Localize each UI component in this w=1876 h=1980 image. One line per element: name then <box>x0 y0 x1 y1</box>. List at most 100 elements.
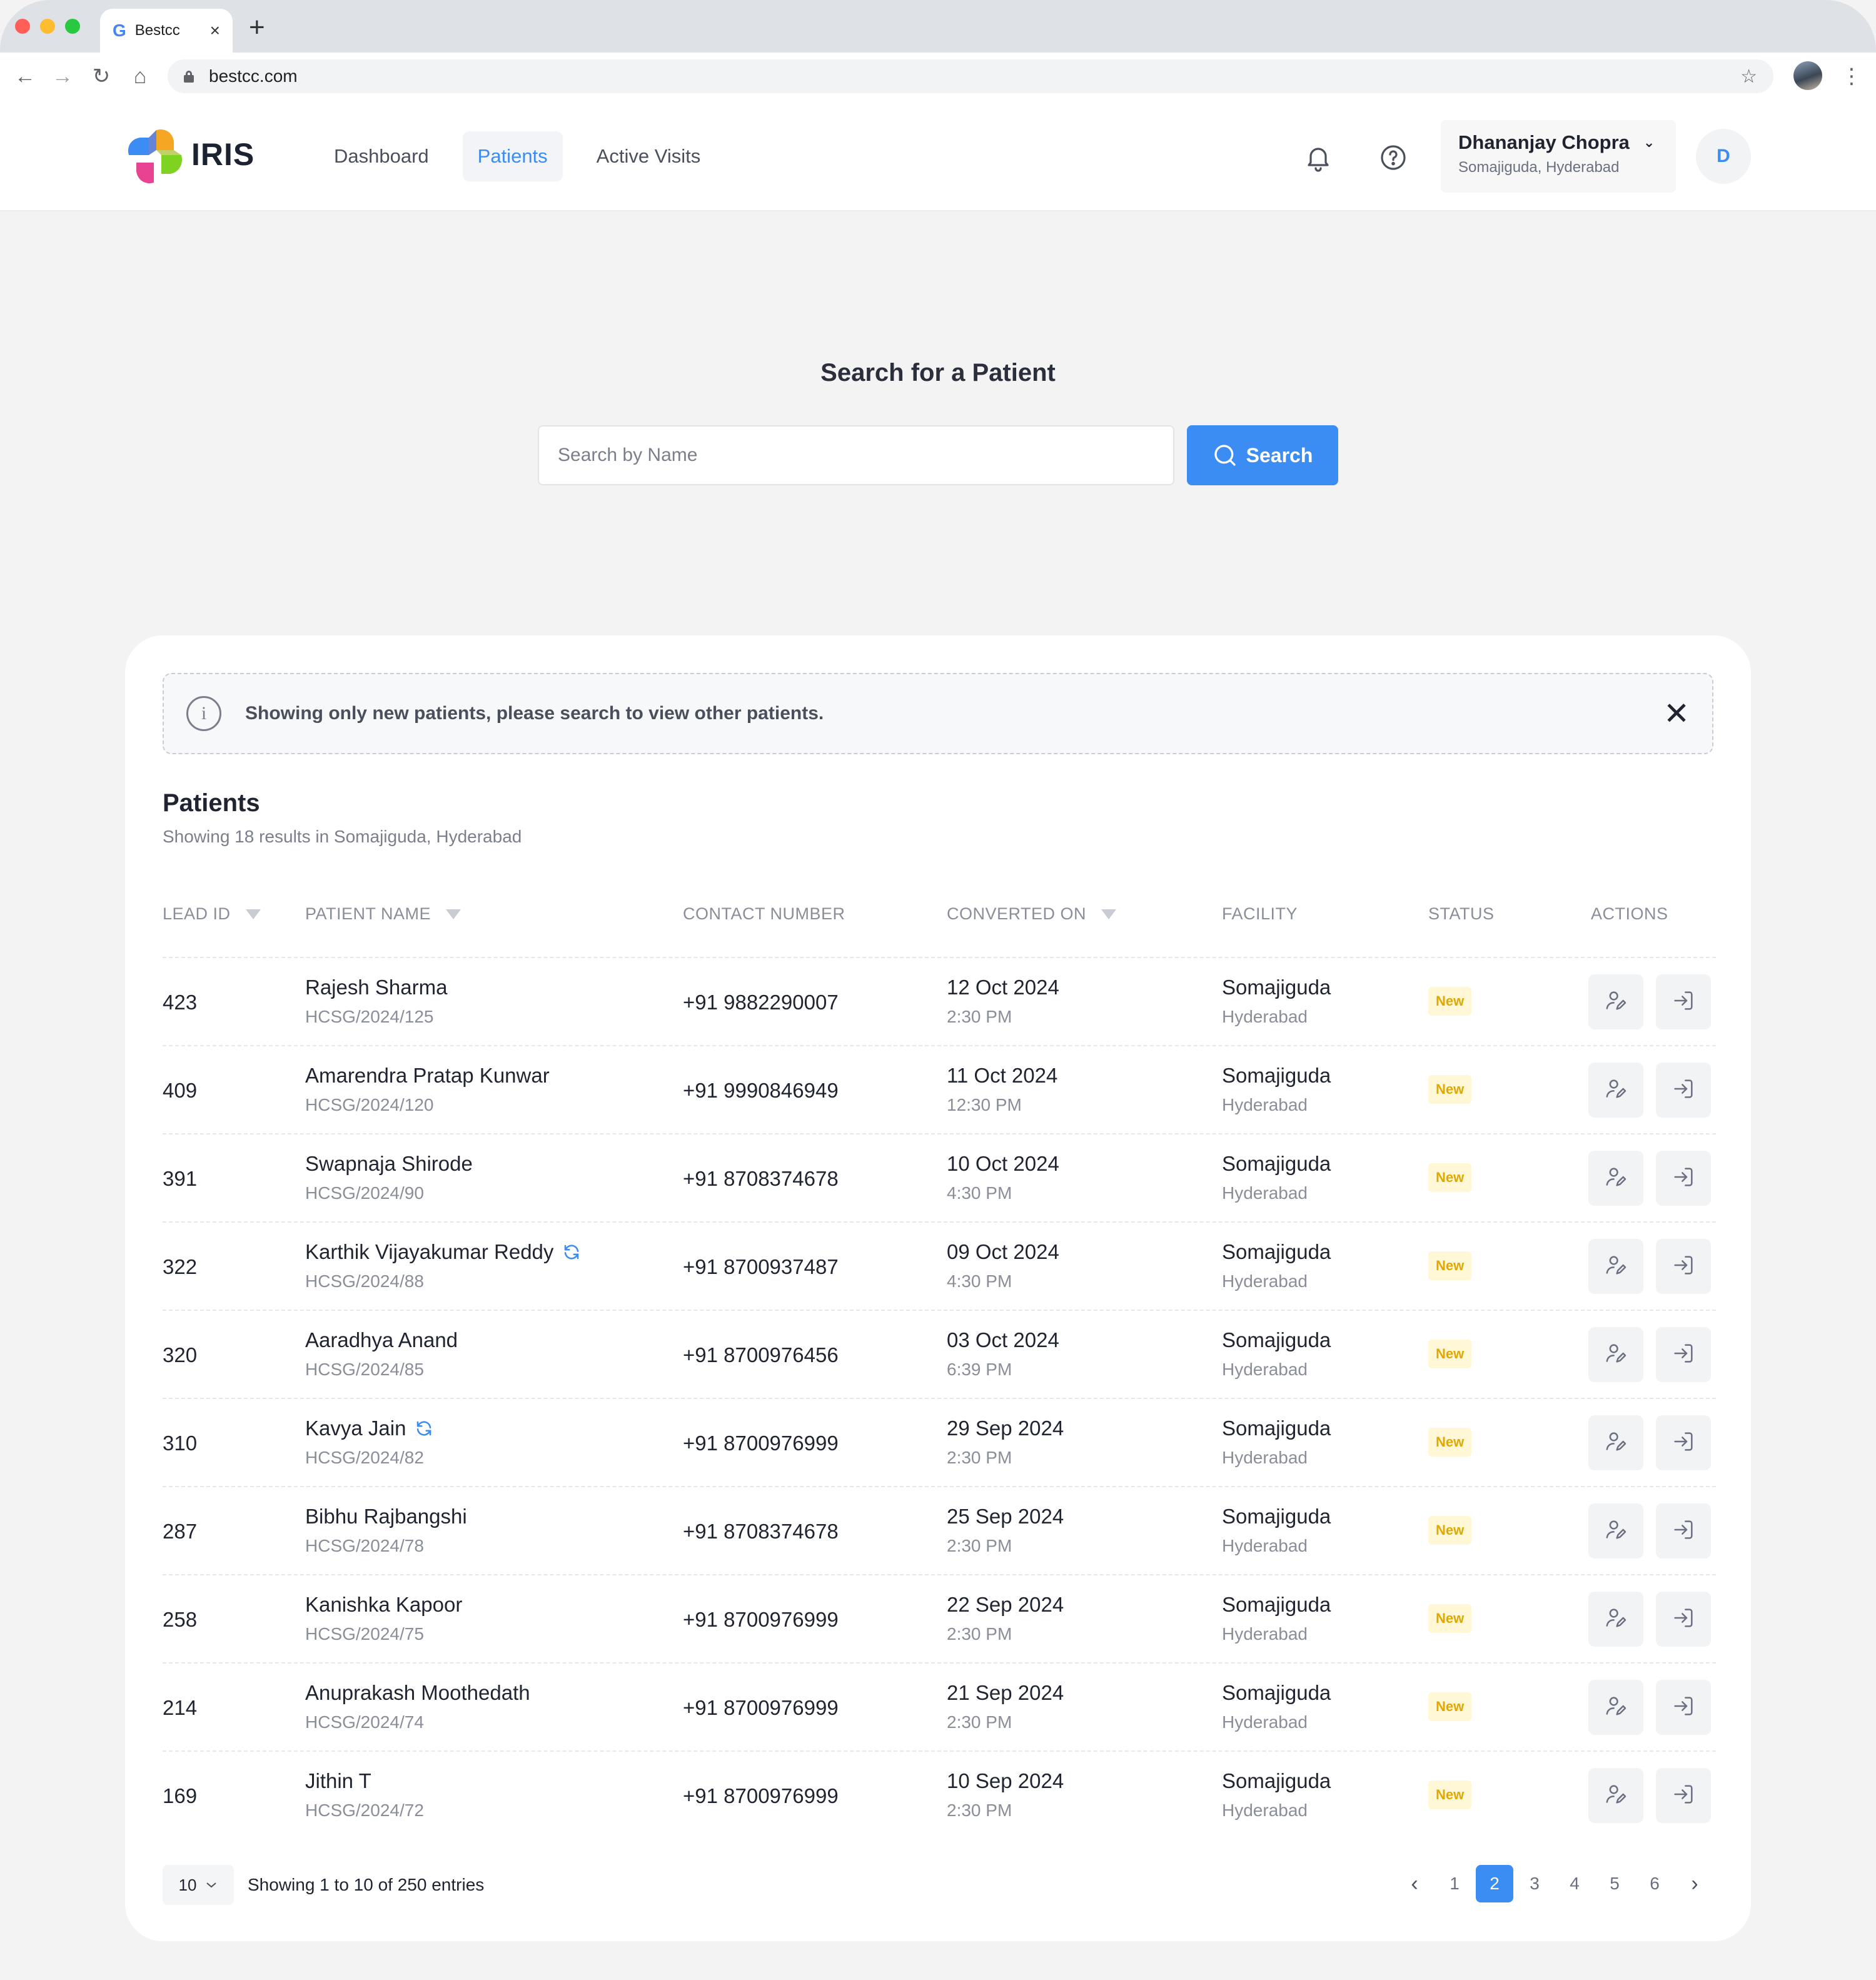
help-icon[interactable] <box>1378 143 1408 173</box>
table-row[interactable]: 391 Swapnaja Shirode HCSG/2024/90 +91 87083… <box>163 1133 1716 1221</box>
table-row[interactable]: 287 Bibhu Rajbangshi HCSG/2024/78 +91 87083… <box>163 1486 1716 1574</box>
converted-time: 2:30 PM <box>947 1536 1012 1555</box>
maximize-window-button[interactable] <box>65 19 80 34</box>
page-4-button[interactable]: 4 <box>1556 1865 1593 1902</box>
table-row[interactable]: 214 Anuprakash Moothedath HCSG/2024/74 +91 … <box>163 1662 1716 1750</box>
patient-search-input[interactable] <box>538 425 1174 485</box>
back-arrow-icon[interactable]: ← <box>11 63 39 90</box>
user-avatar[interactable]: D <box>1696 129 1751 184</box>
facility-city: Hyderabad <box>1222 1712 1308 1732</box>
table-row[interactable]: 322 Karthik Vijayakumar Reddy HCSG/2024/88… <box>163 1221 1716 1310</box>
status-cell: New <box>1428 1780 1472 1809</box>
edit-patient-button[interactable] <box>1588 1592 1643 1647</box>
forward-arrow-icon[interactable]: → <box>49 63 76 90</box>
edit-patient-button[interactable] <box>1588 1151 1643 1206</box>
app-logo-text[interactable]: IRIS <box>191 136 255 173</box>
prev-page-button[interactable]: ‹ <box>1396 1865 1433 1902</box>
check-in-button[interactable] <box>1656 1327 1711 1382</box>
check-in-button[interactable] <box>1656 1680 1711 1735</box>
browser-menu-icon[interactable]: ⋮ <box>1841 63 1862 90</box>
actions-cell <box>1588 1680 1711 1735</box>
patient-name[interactable]: Bibhu Rajbangshi <box>305 1505 467 1528</box>
check-in-button[interactable] <box>1656 1503 1711 1558</box>
close-icon[interactable]: ✕ <box>1663 698 1690 729</box>
edit-patient-button[interactable] <box>1588 1327 1643 1382</box>
patient-name[interactable]: Jithin T <box>305 1769 371 1793</box>
user-menu[interactable]: Dhananjay Chopra ⌄ Somajiguda, Hyderabad <box>1441 120 1676 193</box>
table-row[interactable]: 169 Jithin T HCSG/2024/72 +91 8700976999 10 … <box>163 1750 1716 1839</box>
check-in-button[interactable] <box>1656 1063 1711 1118</box>
table-row[interactable]: 310 Kavya Jain HCSG/2024/82 +91 8700976999 2… <box>163 1398 1716 1486</box>
patient-name[interactable]: Aaradhya Anand <box>305 1328 458 1352</box>
page-5-button[interactable]: 5 <box>1596 1865 1633 1902</box>
col-header-lead-id[interactable]: LEAD ID <box>163 904 261 924</box>
table-row[interactable]: 320 Aaradhya Anand HCSG/2024/85 +91 8700976… <box>163 1310 1716 1398</box>
nav-patients[interactable]: Patients <box>462 131 563 181</box>
check-in-button[interactable] <box>1656 1239 1711 1294</box>
check-in-button[interactable] <box>1656 1768 1711 1823</box>
page-2-button[interactable]: 2 <box>1476 1865 1513 1902</box>
actions-cell <box>1588 1327 1711 1382</box>
check-in-button[interactable] <box>1656 1592 1711 1647</box>
new-tab-button[interactable]: + <box>249 14 265 41</box>
converted-on-cell: 22 Sep 2024 2:30 PM <box>947 1593 1064 1644</box>
close-tab-icon[interactable]: × <box>210 21 220 41</box>
patient-name[interactable]: Swapnaja Shirode <box>305 1152 473 1176</box>
table-row[interactable]: 409 Amarendra Pratap Kunwar HCSG/2024/120 +… <box>163 1045 1716 1133</box>
sort-down-icon[interactable] <box>1101 909 1117 919</box>
search-button[interactable]: Search <box>1187 425 1338 485</box>
edit-patient-button[interactable] <box>1588 1063 1643 1118</box>
close-window-button[interactable] <box>15 19 30 34</box>
patient-name[interactable]: Kanishka Kapoor <box>305 1593 462 1617</box>
patient-code: HCSG/2024/90 <box>305 1183 424 1203</box>
browser-tab[interactable]: G Bestcc × <box>100 9 233 53</box>
page-6-button[interactable]: 6 <box>1636 1865 1673 1902</box>
table-row[interactable]: 258 Kanishka Kapoor HCSG/2024/75 +91 870097… <box>163 1574 1716 1662</box>
status-badge: New <box>1428 1516 1472 1545</box>
login-arrow-icon <box>1671 1429 1696 1457</box>
edit-patient-button[interactable] <box>1588 974 1643 1029</box>
reload-icon[interactable]: ↻ <box>88 63 115 90</box>
patient-name[interactable]: Karthik Vijayakumar Reddy <box>305 1240 553 1264</box>
converted-on-cell: 03 Oct 2024 6:39 PM <box>947 1328 1059 1380</box>
edit-patient-button[interactable] <box>1588 1768 1643 1823</box>
check-in-button[interactable] <box>1656 1151 1711 1206</box>
login-arrow-icon <box>1671 1517 1696 1545</box>
converted-date: 21 Sep 2024 <box>947 1681 1064 1704</box>
minimize-window-button[interactable] <box>40 19 55 34</box>
patient-name-cell: Karthik Vijayakumar Reddy HCSG/2024/88 <box>305 1240 581 1291</box>
facility-city: Hyderabad <box>1222 1536 1308 1555</box>
nav-dashboard[interactable]: Dashboard <box>319 131 444 181</box>
col-header-patient-name[interactable]: PATIENT NAME <box>305 904 461 924</box>
address-bar[interactable]: bestcc.com ☆ <box>168 59 1773 93</box>
browser-profile-avatar[interactable] <box>1793 61 1822 90</box>
edit-patient-button[interactable] <box>1588 1503 1643 1558</box>
main-nav: Dashboard Patients Active Visits <box>319 131 715 181</box>
edit-patient-button[interactable] <box>1588 1415 1643 1470</box>
page-1-button[interactable]: 1 <box>1436 1865 1473 1902</box>
lead-id: 169 <box>163 1784 198 1807</box>
lead-id: 310 <box>163 1432 198 1455</box>
patient-name[interactable]: Anuprakash Moothedath <box>305 1681 530 1705</box>
patient-name[interactable]: Amarendra Pratap Kunwar <box>305 1064 550 1088</box>
next-page-button[interactable]: › <box>1676 1865 1713 1902</box>
col-header-converted-on[interactable]: CONVERTED ON <box>947 904 1117 924</box>
patient-name[interactable]: Kavya Jain <box>305 1417 406 1440</box>
sort-down-icon[interactable] <box>245 909 261 919</box>
edit-patient-button[interactable] <box>1588 1239 1643 1294</box>
nav-active-visits[interactable]: Active Visits <box>582 131 716 181</box>
bookmark-star-icon[interactable]: ☆ <box>1740 66 1757 88</box>
check-in-button[interactable] <box>1656 1415 1711 1470</box>
edit-patient-button[interactable] <box>1588 1680 1643 1735</box>
table-row[interactable]: 423 Rajesh Sharma HCSG/2024/125 +91 9882290… <box>163 957 1716 1045</box>
home-icon[interactable]: ⌂ <box>126 63 154 90</box>
patient-name[interactable]: Rajesh Sharma <box>305 976 447 999</box>
entries-summary: Showing 1 to 10 of 250 entries <box>248 1875 485 1894</box>
page-3-button[interactable]: 3 <box>1516 1865 1553 1902</box>
page-size-select[interactable]: 10 <box>163 1865 234 1905</box>
status-badge: New <box>1428 1075 1472 1104</box>
sort-down-icon[interactable] <box>446 909 461 919</box>
check-in-button[interactable] <box>1656 974 1711 1029</box>
notification-bell-icon[interactable] <box>1303 143 1333 173</box>
patient-name-cell: Jithin T HCSG/2024/72 <box>305 1769 424 1821</box>
